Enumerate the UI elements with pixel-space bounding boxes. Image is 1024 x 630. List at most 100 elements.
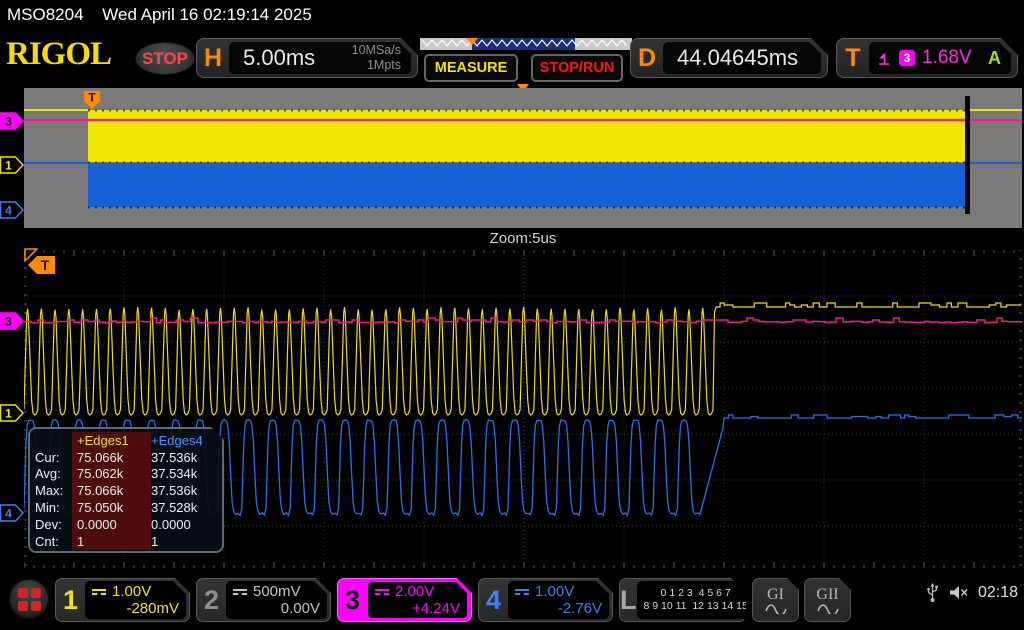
generator-2-box[interactable]: GII — [804, 578, 851, 622]
clock: 02:18 — [978, 584, 1018, 602]
trigger-level-value: 1.68V — [922, 47, 972, 69]
channel-2-box[interactable]: 2 500mV 0.00V — [196, 578, 331, 622]
main-waveform-window — [24, 88, 1022, 228]
horizontal-position-indicator[interactable] — [420, 36, 632, 52]
svg-text:1: 1 — [5, 159, 12, 173]
measure-row-label: Dev: — [35, 517, 72, 532]
timebase-display: 5.00ms 10MSa/s 1Mpts — [229, 42, 411, 74]
svg-text:4: 4 — [5, 204, 12, 218]
channel-3-offset: +4.24V — [375, 600, 460, 617]
svg-text:1: 1 — [5, 407, 12, 421]
sine-wave-icon — [765, 604, 787, 614]
measure-value: 75.066k — [72, 482, 151, 499]
edge-trigger-icon — [877, 51, 892, 66]
trigger-display: 3 1.68V A — [869, 42, 1011, 74]
channel-1-box[interactable]: 1 1.00V -280mV — [55, 578, 190, 622]
trigger-block[interactable]: T 3 1.68V A — [836, 38, 1018, 78]
run-state-indicator[interactable]: STOP — [135, 42, 195, 75]
h-key-label: H — [197, 44, 229, 73]
usb-icon — [926, 582, 939, 603]
measure-row-label: Cur: — [35, 450, 72, 465]
zoom-trigger-flag-label: T — [41, 257, 50, 273]
sine-wave-icon — [817, 604, 839, 614]
delay-block[interactable]: D 44.04645ms — [630, 38, 828, 78]
channel-3-scale: 2.00V — [395, 583, 434, 600]
menu-grid-icon — [18, 588, 41, 611]
trigger-sweep-mode: A — [988, 48, 1011, 69]
sample-rate: 10MSa/s — [352, 43, 401, 57]
measure-row-label: Avg: — [35, 466, 72, 481]
measure-value: 1 — [72, 533, 151, 550]
channel-4-offset: -2.76V — [515, 600, 602, 617]
svg-text:3: 3 — [5, 115, 12, 129]
stop-run-button[interactable]: STOP/RUN — [531, 54, 623, 82]
dc-coupling-icon — [233, 587, 247, 597]
channel-1-offset: -280mV — [92, 600, 179, 617]
logic-channels-box[interactable]: L 0 1 2 3 4 5 6 7 8 9 10 11 12 13 14 15 — [619, 578, 746, 622]
measure-row-label: Cnt: — [35, 534, 72, 549]
measure-value: 1 — [151, 534, 222, 549]
status-icons: 02:18 — [926, 582, 1018, 603]
logic-display: 0 1 2 3 4 5 6 7 8 9 10 11 12 13 14 15 — [637, 581, 755, 619]
timebase-value: 5.00ms — [229, 45, 352, 71]
measure-col1-header: +Edges1 — [72, 432, 151, 449]
channel-2-number: 2 — [197, 585, 226, 616]
zoom-ch1-marker[interactable]: 1 — [0, 404, 24, 422]
svg-text:4: 4 — [5, 507, 12, 521]
zoom-ch4-marker[interactable]: 4 — [0, 504, 24, 522]
measure-button[interactable]: MEASURE — [424, 54, 518, 82]
channel-2-display: 500mV 0.00V — [226, 581, 327, 619]
memory-depth: 1Mpts — [367, 58, 401, 72]
horizontal-timebase-block[interactable]: H 5.00ms 10MSa/s 1Mpts — [196, 38, 418, 78]
generator-1-box[interactable]: GI — [752, 578, 799, 622]
overview-ch1-marker[interactable]: 1 — [0, 156, 24, 174]
measure-value: 0.0000 — [72, 516, 151, 533]
acquisition-info: 10MSa/s 1Mpts — [352, 43, 411, 73]
zoom-timebase-label: Zoom:5us — [24, 230, 1022, 247]
zoom-trigger-flag[interactable]: T — [26, 253, 56, 277]
measurement-statistics-panel[interactable]: +Edges1 +Edges4 Cur: 75.066k 37.536k Avg… — [28, 427, 224, 553]
channel-4-display: 1.00V -2.76V — [508, 581, 609, 619]
measure-value: 37.528k — [151, 500, 222, 515]
svg-text:3: 3 — [5, 315, 12, 329]
channel-1-number: 1 — [56, 585, 85, 616]
channel-1-display: 1.00V -280mV — [85, 581, 186, 619]
channel-3-box[interactable]: 3 2.00V +4.24V — [337, 578, 472, 622]
channel-2-scale: 500mV — [253, 583, 301, 600]
overview-ch3-marker[interactable]: 3 — [0, 112, 24, 130]
dc-coupling-icon — [375, 587, 389, 597]
dc-coupling-icon — [515, 587, 529, 597]
bottom-status-bar: 1 1.00V -280mV 2 500mV 0.00V 3 2.00V +4.… — [0, 572, 1024, 630]
channel-1-scale: 1.00V — [112, 583, 151, 600]
oscilloscope-screen: MSO8204 Wed April 16 02:19:14 2025 RIGOL… — [0, 0, 1024, 630]
channel-3-number: 3 — [338, 585, 367, 616]
measure-value: 0.0000 — [151, 517, 222, 532]
datetime: Wed April 16 02:19:14 2025 — [102, 5, 312, 24]
d-key-label: D — [631, 44, 663, 73]
overview-trigger-flag-label: T — [88, 91, 96, 105]
overview-trigger-flag[interactable]: T — [83, 90, 101, 110]
overview-ch4-marker[interactable]: 4 — [0, 201, 24, 219]
generator-2-label: GII — [816, 586, 838, 604]
measure-value: 75.062k — [72, 466, 151, 483]
measure-value: 37.536k — [151, 483, 222, 498]
logic-row-1: 0 1 2 3 4 5 6 7 — [644, 587, 748, 600]
channel-4-box[interactable]: 4 1.00V -2.76V — [478, 578, 613, 622]
trigger-source-badge: 3 — [899, 50, 915, 66]
logic-row-2: 8 9 10 11 12 13 14 15 — [644, 600, 748, 613]
t-key-label: T — [837, 44, 869, 73]
measure-value: 37.534k — [151, 466, 222, 481]
menu-button[interactable] — [8, 578, 50, 620]
generator-1-label: GI — [767, 586, 784, 604]
channel-4-scale: 1.00V — [535, 583, 574, 600]
measure-value: 37.536k — [151, 450, 222, 465]
measure-col2-header: +Edges4 — [151, 433, 222, 448]
zoom-ch3-marker[interactable]: 3 — [0, 312, 24, 330]
toolbar: RIGOL STOP H 5.00ms 10MSa/s 1Mpts MEASUR… — [0, 30, 1024, 84]
delay-value: 44.04645ms — [663, 45, 798, 71]
delay-display: 44.04645ms — [663, 42, 821, 74]
model-name: MSO8204 — [7, 5, 84, 24]
dc-coupling-icon — [92, 587, 106, 597]
measure-row-label: Min: — [35, 500, 72, 515]
title-bar: MSO8204 Wed April 16 02:19:14 2025 — [0, 0, 1024, 30]
